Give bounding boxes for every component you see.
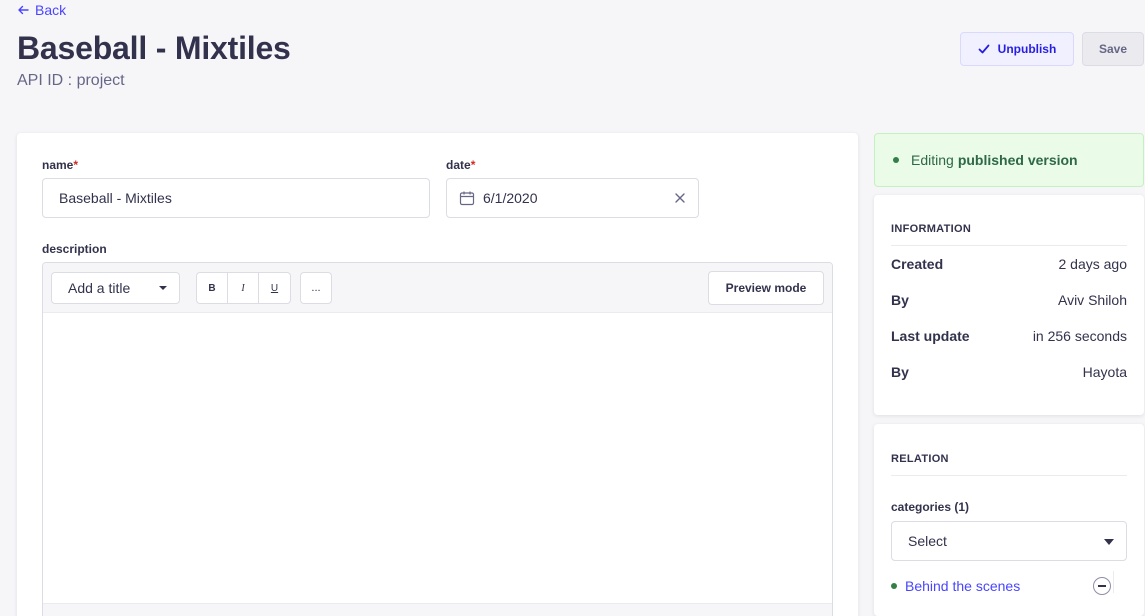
status-prefix: Editing <box>911 152 954 168</box>
drag-handle[interactable] <box>1113 571 1127 593</box>
format-button-group: B I U <box>196 272 291 304</box>
relation-panel: RELATION categories (1) Select Behind th… <box>874 424 1144 616</box>
remove-circle-icon[interactable] <box>1093 577 1111 595</box>
info-row-updated-by: By Hayota <box>891 354 1127 390</box>
information-panel: INFORMATION Created 2 days ago By Aviv S… <box>874 195 1144 415</box>
categories-select[interactable]: Select <box>891 521 1127 561</box>
preview-mode-button[interactable]: Preview mode <box>708 271 824 305</box>
italic-button[interactable]: I <box>228 273 259 303</box>
name-label-text: name <box>42 158 74 172</box>
api-id: API ID : project <box>17 72 125 89</box>
status-dot-icon <box>893 157 899 163</box>
required-marker: * <box>73 158 79 172</box>
page-title: Baseball - Mixtiles <box>17 30 291 66</box>
back-link[interactable]: Back <box>17 2 66 18</box>
editor-toolbar: Add a title B I U ... Preview mode <box>43 263 832 313</box>
more-options-button[interactable]: ... <box>300 272 332 304</box>
info-row-last-update: Last update in 256 seconds <box>891 318 1127 354</box>
heading-select[interactable]: Add a title <box>51 272 180 304</box>
information-title: INFORMATION <box>891 195 1127 246</box>
info-value: Hayota <box>1082 364 1127 380</box>
editor-footer <box>43 603 832 616</box>
unpublish-button[interactable]: Unpublish <box>960 32 1074 66</box>
heading-select-value: Add a title <box>68 280 131 296</box>
date-label-text: date <box>446 158 471 172</box>
relation-title: RELATION <box>891 424 1127 476</box>
rich-text-editor: Add a title B I U ... Preview mode <box>42 262 833 616</box>
caret-down-icon <box>159 286 167 290</box>
info-key: Created <box>891 256 944 272</box>
calendar-icon <box>459 191 475 206</box>
required-marker: * <box>470 158 476 172</box>
underline-button[interactable]: U <box>259 273 290 303</box>
categories-select-placeholder: Select <box>908 533 947 549</box>
name-input[interactable]: Baseball - Mixtiles <box>42 178 430 218</box>
info-value: Aviv Shiloh <box>1057 292 1127 308</box>
name-label: name* <box>42 158 78 172</box>
published-dot-icon <box>891 583 897 589</box>
arrow-left-icon <box>18 5 29 15</box>
relation-item: Behind the scenes <box>891 571 1127 595</box>
bold-button[interactable]: B <box>197 273 228 303</box>
description-label: description <box>42 242 107 256</box>
date-label: date* <box>446 158 475 172</box>
info-key: Last update <box>891 328 970 344</box>
caret-down-icon <box>1104 539 1114 545</box>
editor-textarea[interactable] <box>43 313 832 603</box>
unpublish-label: Unpublish <box>997 42 1057 56</box>
info-key: By <box>891 292 909 308</box>
categories-label: categories (1) <box>891 500 970 514</box>
status-emphasis: published version <box>957 152 1078 168</box>
info-key: By <box>891 364 909 380</box>
info-row-created-by: By Aviv Shiloh <box>891 282 1127 318</box>
check-icon <box>978 44 990 54</box>
status-banner: Editing published version <box>874 133 1144 187</box>
date-value: 6/1/2020 <box>483 190 538 206</box>
save-button[interactable]: Save <box>1082 32 1144 66</box>
info-value: in 256 seconds <box>1032 328 1127 344</box>
back-label: Back <box>35 2 67 18</box>
close-icon[interactable] <box>674 192 686 204</box>
edit-form-card: name* Baseball - Mixtiles date* 6/1/2020… <box>17 133 858 616</box>
info-row-created: Created 2 days ago <box>891 246 1127 282</box>
relation-item-link[interactable]: Behind the scenes <box>905 578 1020 594</box>
info-value: 2 days ago <box>1058 256 1128 272</box>
date-picker[interactable]: 6/1/2020 <box>446 178 699 218</box>
